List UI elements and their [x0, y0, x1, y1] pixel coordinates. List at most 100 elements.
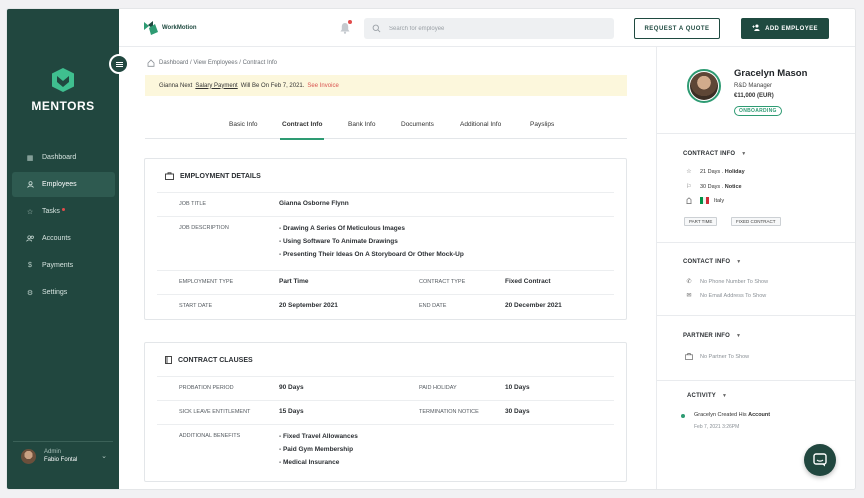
sidebar-item-label: Dashboard [42, 154, 77, 161]
divider [657, 242, 855, 243]
dashboard-icon: ▦ [26, 154, 34, 162]
email-item: ✉ No Email Address To Show [684, 292, 767, 300]
phone-item: ✆ No Phone Number To Show [684, 278, 768, 286]
payment-banner: Gianna Next Salary Payment Will Be On Fe… [145, 75, 627, 96]
partner-text: No Partner To Show [700, 353, 750, 360]
holiday-label: Holiday [724, 168, 745, 175]
job-title-value: Gianna Osborne Flynn [279, 200, 349, 207]
sidebar: MENTORS ▦ Dashboard Employees ☆ Tasks Ac… [7, 9, 119, 489]
card-title: EMPLOYMENT DETAILS [165, 172, 261, 180]
list-item: - Fixed Travel Allowances [279, 433, 358, 440]
sidebar-toggle-button[interactable] [109, 54, 129, 74]
list-item: - Using Software To Animate Drawings [279, 238, 398, 245]
chevron-down-icon[interactable]: ⌄ [101, 452, 107, 460]
avatar [687, 69, 721, 103]
sidebar-nav: ▦ Dashboard Employees ☆ Tasks Accounts $… [12, 145, 115, 307]
building-icon [684, 197, 694, 204]
notification-dot [61, 207, 65, 211]
tab-additional-info[interactable]: Additional Info [460, 121, 501, 128]
phone-icon: ✆ [686, 279, 692, 285]
search-input[interactable] [389, 25, 589, 32]
paid-holiday-value: 10 Days [505, 384, 530, 391]
see-invoice-link[interactable]: See Invoice [307, 83, 338, 89]
sidebar-item-payments[interactable]: $ Payments [12, 253, 115, 278]
probation-label: PROBATION PERIOD [179, 385, 234, 391]
sidebar-item-settings[interactable]: ⚙ Settings [12, 280, 115, 305]
table-row: JOB TITLE Gianna Osborne Flynn [157, 192, 614, 216]
tab-documents[interactable]: Documents [401, 121, 434, 128]
sidebar-item-dashboard[interactable]: ▦ Dashboard [12, 145, 115, 170]
dollar-icon: $ [28, 262, 32, 269]
paid-holiday-label: PAID HOLIDAY [419, 385, 457, 391]
current-user[interactable]: Admin Fabio Fontal ⌄ [13, 441, 113, 464]
user-name: Fabio Fontal [44, 457, 78, 463]
tab-bank-info[interactable]: Bank Info [348, 121, 375, 128]
section-title: CONTRACT INFO [683, 151, 736, 157]
brand-logo[interactable]: MENTORS [7, 67, 119, 113]
contact-info-header[interactable]: CONTACT INFO ▼ [683, 259, 741, 265]
mail-icon: ✉ [686, 293, 692, 299]
tab-basic-info[interactable]: Basic Info [229, 121, 258, 128]
start-date-label: START DATE [179, 303, 213, 309]
job-description-label: JOB DESCRIPTION [179, 225, 229, 231]
divider [657, 133, 855, 134]
email-text: No Email Address To Show [700, 292, 767, 299]
tab-payslips[interactable]: Payslips [530, 121, 554, 128]
end-date-label: END DATE [419, 303, 447, 309]
sidebar-item-accounts[interactable]: Accounts [12, 226, 115, 251]
sidebar-item-label: Employees [42, 181, 77, 188]
probation-value: 90 Days [279, 384, 304, 391]
employee-side-panel: Gracelyn Mason R&D Manager €11,000 (EUR)… [656, 47, 855, 489]
workmotion-logo[interactable]: WorkMotion [143, 20, 197, 36]
table-row: EMPLOYMENT TYPE Part Time CONTRACT TYPE … [157, 270, 614, 294]
benefits-label: ADDITIONAL BENEFITS [179, 433, 241, 439]
banner-suffix: Will Be On Feb 7, 2021. [240, 82, 305, 89]
start-date-value: 20 September 2021 [279, 302, 338, 309]
list-item: - Drawing A Series Of Meticulous Images [279, 225, 405, 232]
add-employee-label: ADD EMPLOYEE [765, 25, 818, 32]
star-icon: ☆ [686, 169, 692, 175]
workmotion-logo-text: WorkMotion [162, 25, 197, 31]
table-row: JOB DESCRIPTION - Drawing A Series Of Me… [157, 216, 614, 270]
list-item: - Paid Gym Membership [279, 446, 354, 453]
topbar: WorkMotion REQUEST A QUOTE ADD EMPLOYEE [119, 9, 855, 47]
table-row: SICK LEAVE ENTITLEMENT 15 Days TERMINATI… [157, 400, 614, 424]
sidebar-item-tasks[interactable]: ☆ Tasks [12, 199, 115, 224]
request-quote-button[interactable]: REQUEST A QUOTE [634, 18, 720, 39]
contract-type-value: Fixed Contract [505, 278, 551, 285]
status-badge: ONBOARDING [734, 106, 782, 116]
tab-contract-info[interactable]: Contract Info [279, 121, 325, 140]
sidebar-item-employees[interactable]: Employees [12, 172, 115, 197]
country-name: Italy [714, 197, 725, 204]
search-icon [372, 24, 381, 33]
activity-time: Feb 7, 2021 3:26PM [694, 424, 739, 430]
sidebar-item-label: Accounts [42, 235, 71, 242]
caret-down-icon: ▼ [721, 393, 728, 399]
main-content: Dashboard / View Employees / Contract In… [119, 47, 656, 489]
caret-down-icon: ▼ [736, 259, 742, 265]
breadcrumb[interactable]: Dashboard / View Employees / Contract In… [147, 59, 277, 67]
partner-info-header[interactable]: PARTNER INFO ▼ [683, 333, 741, 339]
banner-salary-link[interactable]: Salary Payment [195, 83, 237, 89]
contract-info-header[interactable]: CONTRACT INFO ▼ [683, 151, 746, 157]
home-icon [147, 59, 155, 67]
activity-timestamp: Feb 7, 2021 3:26PM [694, 424, 740, 430]
menu-icon [115, 63, 123, 65]
activity-item: Gracelyn Created His Account [694, 412, 770, 418]
activity-header[interactable]: ACTIVITY ▼ [687, 393, 727, 399]
activity-dot [681, 414, 685, 418]
add-employee-button[interactable]: ADD EMPLOYEE [741, 18, 829, 39]
sick-leave-label: SICK LEAVE ENTITLEMENT [179, 409, 251, 415]
chat-button[interactable] [804, 444, 836, 476]
end-date-value: 20 December 2021 [505, 302, 562, 309]
employee-salary: €11,000 (EUR) [734, 93, 774, 99]
user-role: Admin [44, 449, 62, 455]
sidebar-item-label: Payments [42, 262, 74, 269]
list-item: - Presenting Their Ideas On A Storyboard… [279, 251, 464, 258]
briefcase-icon [165, 172, 174, 180]
mentors-logo-icon [52, 68, 74, 92]
notifications-button[interactable] [339, 20, 352, 39]
search-bar[interactable] [364, 18, 614, 39]
workmotion-logo-icon [144, 21, 158, 35]
breadcrumb-text: Dashboard / View Employees / Contract In… [159, 60, 277, 66]
